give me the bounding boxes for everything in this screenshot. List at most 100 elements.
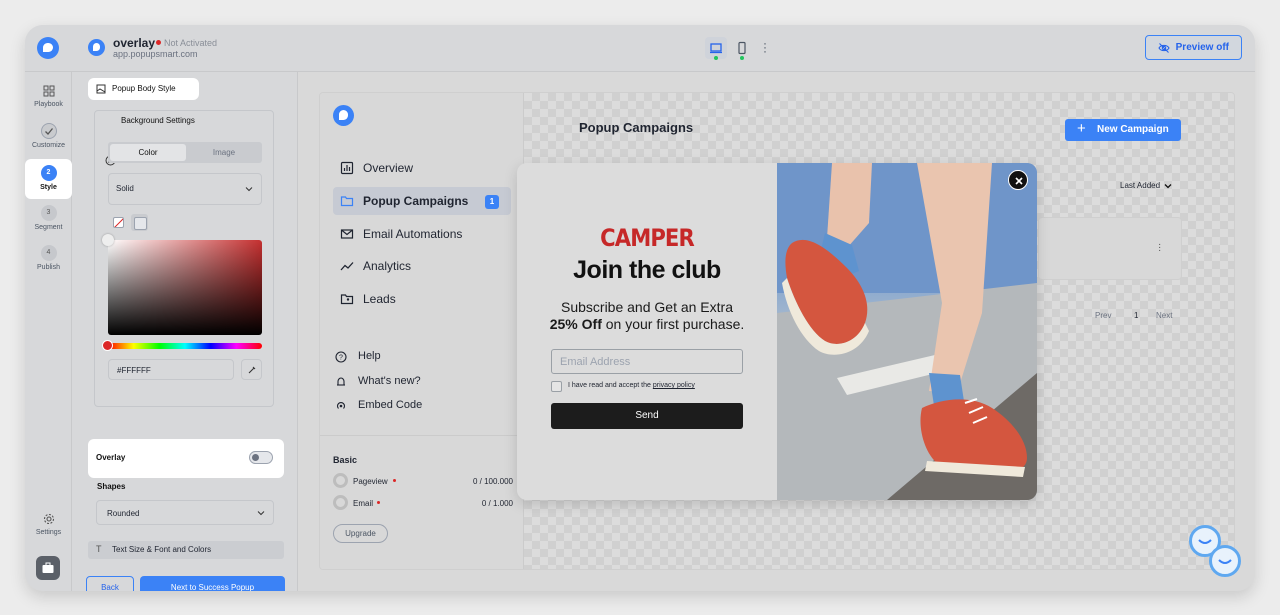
chat-widget-button[interactable] <box>1209 545 1241 577</box>
hue-handle[interactable] <box>102 340 113 351</box>
menu-overview-label: Overview <box>363 161 414 175</box>
eye-off-icon <box>1158 43 1170 53</box>
upgrade-button[interactable]: Upgrade <box>333 524 388 543</box>
privacy-policy-link[interactable]: privacy policy <box>653 382 695 389</box>
usage-value: 0 / 100.000 <box>472 477 513 486</box>
fill-type-value: Solid <box>116 184 134 193</box>
usage-value: 0 / 1.000 <box>481 499 513 508</box>
shape-value: Rounded <box>107 509 140 518</box>
consent-checkbox-row[interactable]: I have read and accept the privacy polic… <box>551 381 695 392</box>
usage-ring-icon <box>333 495 348 510</box>
menu-leads[interactable]: Leads <box>333 285 511 313</box>
popup-body-style-header[interactable]: Popup Body Style <box>88 78 199 100</box>
trend-icon <box>340 262 354 271</box>
sneakers-photo <box>777 163 1037 500</box>
text-settings-label: Text Size & Font and Colors <box>112 545 212 554</box>
no-color-swatch[interactable] <box>113 217 124 228</box>
menu-campaigns-label: Popup Campaigns <box>363 194 469 208</box>
eyedropper-button[interactable] <box>241 359 262 380</box>
tab-image[interactable]: Image <box>186 144 262 161</box>
background-settings-label: Background Settings <box>121 116 195 125</box>
top-bar: overlay Not Activated app.popupsmart.com… <box>25 25 1255 72</box>
smile-icon <box>1218 559 1232 564</box>
desktop-active-dot <box>714 56 718 60</box>
fill-type-select[interactable]: Solid <box>108 173 262 205</box>
menu-analytics[interactable]: Analytics <box>333 252 511 280</box>
new-campaign-button[interactable]: + New Campaign <box>1065 119 1181 141</box>
popup-preview: CAMPER Join the club Subscribe and Get a… <box>517 163 1037 500</box>
step-number: 4 <box>40 245 57 261</box>
campaign-count-badge: 1 <box>485 195 499 209</box>
subtitle-rest: on your first purchase. <box>601 316 745 332</box>
dashboard-sidebar: Overview Popup Campaigns 1 Email Automat… <box>320 93 524 569</box>
consent-checkbox[interactable] <box>551 381 562 392</box>
chart-box-icon <box>340 161 354 175</box>
workspace-button[interactable] <box>36 556 60 580</box>
popup-subtitle-line2: 25% Off on your first purchase. <box>517 316 777 332</box>
email-field[interactable]: Email Address <box>551 349 743 374</box>
menu-popup-campaigns[interactable]: Popup Campaigns 1 <box>333 187 511 215</box>
new-campaign-label: New Campaign <box>1097 124 1169 135</box>
shapes-label: Shapes <box>97 482 126 491</box>
current-page[interactable]: 1 <box>1134 311 1138 320</box>
prev-page-button[interactable]: Prev <box>1095 311 1111 320</box>
user-folder-icon <box>340 294 354 305</box>
text-icon: T <box>96 544 102 554</box>
plus-icon: + <box>1077 120 1086 137</box>
campaign-options-icon[interactable]: · · · <box>1158 240 1161 256</box>
preview-toggle-button[interactable]: Preview off <box>1145 35 1242 60</box>
nav-customize-label: Customize <box>31 142 66 149</box>
site-name: overlay <box>113 36 156 50</box>
grid-icon <box>43 85 54 97</box>
next-button[interactable]: Next to Success Popup <box>140 576 285 591</box>
white-swatch[interactable] <box>131 214 148 231</box>
usage-label: Email <box>353 499 374 508</box>
help-link[interactable]: ? Help <box>333 350 381 363</box>
nav-playbook-label: Playbook <box>34 101 63 108</box>
saturation-handle[interactable] <box>102 234 114 246</box>
chevron-down-icon <box>245 187 253 192</box>
step-number: 3 <box>40 205 57 221</box>
nav-settings[interactable]: Settings <box>25 512 72 536</box>
overlay-toggle[interactable] <box>249 451 273 464</box>
nav-customize[interactable]: Customize <box>25 123 72 149</box>
popupsmart-logo[interactable] <box>37 37 59 59</box>
svg-text:?: ? <box>339 355 343 362</box>
nav-segment[interactable]: 3 Segment <box>25 205 72 231</box>
brand-logo: CAMPER <box>600 224 695 252</box>
popup-close-button[interactable] <box>1008 170 1028 190</box>
popup-headline: Join the club <box>573 256 721 284</box>
discount-text: 25% Off <box>549 316 602 332</box>
nav-playbook[interactable]: Playbook <box>25 84 72 108</box>
whats-new-link[interactable]: What's new? <box>333 375 421 387</box>
sort-dropdown[interactable]: Last Added <box>1120 181 1172 190</box>
embed-code-link[interactable]: Embed Code <box>333 399 422 411</box>
bell-icon <box>337 377 345 386</box>
shape-select[interactable]: Rounded <box>96 500 274 525</box>
popup-subtitle-line1: Subscribe and Get an Extra <box>561 299 733 315</box>
image-icon <box>96 84 106 94</box>
pageview-usage: Pageview 0 / 100.000 <box>333 473 513 489</box>
page-title: Popup Campaigns <box>579 120 694 135</box>
left-nav: Playbook Customize 2 Style 3 Segment 4 P… <box>25 72 72 591</box>
gear-icon <box>43 513 54 525</box>
menu-overview[interactable]: Overview <box>333 154 511 182</box>
more-options-icon[interactable]: · · · <box>763 37 767 57</box>
menu-email-automations[interactable]: Email Automations <box>333 220 511 248</box>
back-button[interactable]: Back <box>86 576 134 591</box>
help-label: Help <box>358 350 381 362</box>
tab-color[interactable]: Color <box>110 144 186 161</box>
text-settings-section[interactable]: T Text Size & Font and Colors <box>88 541 284 559</box>
nav-settings-label: Settings <box>35 529 62 536</box>
help-circle-icon: ? <box>335 351 347 363</box>
next-page-button[interactable]: Next <box>1156 311 1172 320</box>
hex-input[interactable]: #FFFFFF <box>108 359 234 380</box>
style-settings-panel: Popup Body Style Background Settings Col… <box>72 72 298 591</box>
hue-slider[interactable] <box>108 343 262 349</box>
color-saturation-picker[interactable] <box>108 240 262 335</box>
popup-content: CAMPER Join the club Subscribe and Get a… <box>517 163 777 500</box>
send-button[interactable]: Send <box>551 403 743 429</box>
nav-publish[interactable]: 4 Publish <box>25 245 72 271</box>
nav-style-label: Style <box>40 184 57 191</box>
nav-style[interactable]: 2 Style <box>25 159 72 199</box>
